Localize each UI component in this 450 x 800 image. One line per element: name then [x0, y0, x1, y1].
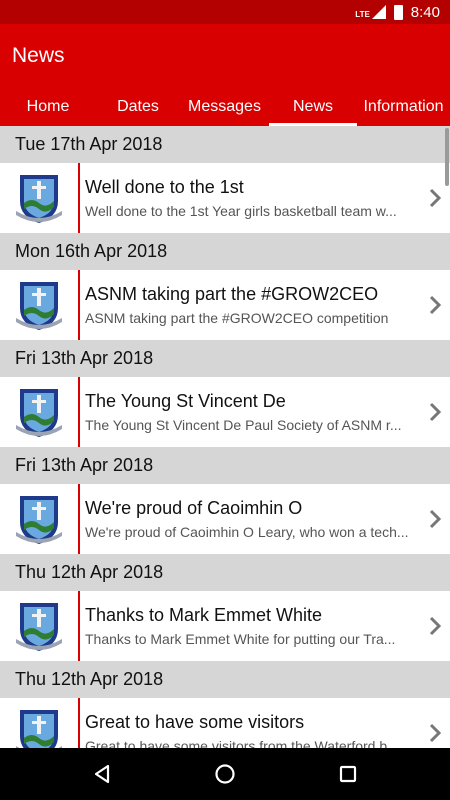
date-header: Thu 12th Apr 2018 [0, 554, 450, 591]
news-list[interactable]: Tue 17th Apr 2018 Well done to the 1st W… [0, 126, 450, 748]
news-item-title: Thanks to Mark Emmet White [85, 605, 323, 625]
chevron-right-icon [420, 270, 450, 340]
system-nav-bar [0, 748, 450, 800]
news-item-title: Great to have some visitors [85, 712, 305, 732]
news-item-summary: ASNM taking part the #GROW2CEO competiti… [85, 310, 389, 326]
news-item[interactable]: Thanks to Mark Emmet White Thanks to Mar… [0, 591, 450, 661]
news-item-summary: Great to have some visitors from the Wat… [85, 738, 399, 748]
news-item-title: The Young St Vincent De [85, 391, 286, 411]
school-crest-icon [0, 698, 78, 748]
clock: 8:40 [410, 3, 440, 21]
school-crest-icon [0, 377, 78, 447]
school-crest-icon [0, 484, 78, 554]
date-header: Fri 13th Apr 2018 [0, 340, 450, 377]
tab-home[interactable]: Home [0, 88, 96, 126]
news-item-summary: The Young St Vincent De Paul Society of … [85, 417, 402, 433]
news-item-title: We're proud of Caoimhin O [85, 498, 303, 518]
recents-square-icon[interactable] [328, 754, 368, 794]
news-item[interactable]: Well done to the 1st Well done to the 1s… [0, 163, 450, 233]
tab-bar: Home Dates Messages News Information [0, 88, 450, 126]
news-item[interactable]: Great to have some visitors Great to hav… [0, 698, 450, 748]
signal-icon: LTE [355, 5, 386, 19]
chevron-right-icon [420, 591, 450, 661]
chevron-right-icon [420, 698, 450, 748]
news-item[interactable]: The Young St Vincent De The Young St Vin… [0, 377, 450, 447]
tab-messages[interactable]: Messages [180, 88, 269, 126]
news-item-title: Well done to the 1st [85, 177, 244, 197]
date-header: Tue 17th Apr 2018 [0, 126, 450, 163]
tab-dates[interactable]: Dates [96, 88, 180, 126]
date-header: Thu 12th Apr 2018 [0, 661, 450, 698]
news-item-title: ASNM taking part the #GROW2CEO [85, 284, 379, 304]
tab-news[interactable]: News [269, 88, 357, 126]
news-item-summary: We're proud of Caoimhin O Leary, who won… [85, 524, 409, 540]
school-crest-icon [0, 163, 78, 233]
network-type: LTE [355, 10, 370, 19]
date-header: Mon 16th Apr 2018 [0, 233, 450, 270]
battery-icon [393, 4, 403, 20]
news-item-summary: Well done to the 1st Year girls basketba… [85, 203, 397, 219]
status-bar: LTE 8:40 [0, 0, 450, 24]
page-title: News [12, 44, 65, 67]
school-crest-icon [0, 270, 78, 340]
tab-information[interactable]: Information [357, 88, 450, 126]
school-crest-icon [0, 591, 78, 661]
chevron-right-icon [420, 377, 450, 447]
news-item[interactable]: ASNM taking part the #GROW2CEO ASNM taki… [0, 270, 450, 340]
scrollbar[interactable] [445, 128, 449, 186]
date-header: Fri 13th Apr 2018 [0, 447, 450, 484]
news-item[interactable]: We're proud of Caoimhin O We're proud of… [0, 484, 450, 554]
home-circle-icon[interactable] [205, 754, 245, 794]
back-triangle-icon[interactable] [82, 754, 122, 794]
app-bar: News Home Dates Messages News Informatio… [0, 24, 450, 126]
chevron-right-icon [420, 484, 450, 554]
news-item-summary: Thanks to Mark Emmet White for putting o… [85, 631, 396, 647]
